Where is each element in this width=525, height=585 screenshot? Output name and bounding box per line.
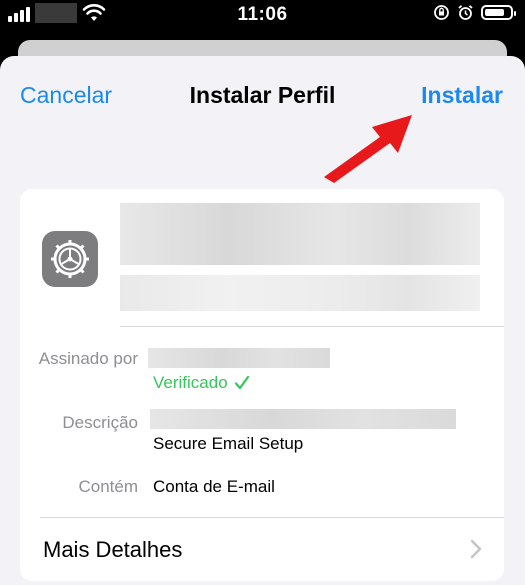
description-value: Secure Email Setup: [153, 434, 304, 453]
verified-status: Verificado: [153, 373, 250, 393]
profile-name-redacted: [120, 203, 480, 265]
more-details-label: Mais Detalhes: [43, 537, 183, 562]
navigation-bar: Cancelar Instalar Perfil Instalar: [0, 56, 525, 136]
more-details-row[interactable]: Mais Detalhes: [20, 519, 504, 581]
description-label: Descrição: [62, 413, 138, 432]
screen-rotation-lock-icon: [434, 5, 449, 20]
signed-by-redacted: [148, 348, 330, 368]
contains-label: Contém: [78, 477, 138, 496]
alarm-icon: [458, 5, 473, 20]
divider: [120, 326, 504, 327]
signed-by-label: Assinado por: [38, 349, 138, 368]
profile-card: Assinado por Verificado Descrição Secure…: [20, 189, 504, 581]
red-arrow-annotation: [324, 115, 412, 183]
verified-text: Verificado: [153, 373, 228, 392]
battery-icon: [481, 5, 516, 20]
chevron-right-icon: [470, 539, 482, 559]
description-redacted: [150, 409, 456, 429]
divider: [40, 517, 504, 518]
install-button[interactable]: Instalar: [421, 82, 503, 109]
status-bar: 11:06: [0, 0, 525, 30]
profile-org-redacted: [120, 275, 480, 311]
checkmark-icon: [234, 375, 249, 390]
contains-value: Conta de E-mail: [153, 477, 275, 496]
settings-gear-icon: [42, 231, 98, 287]
